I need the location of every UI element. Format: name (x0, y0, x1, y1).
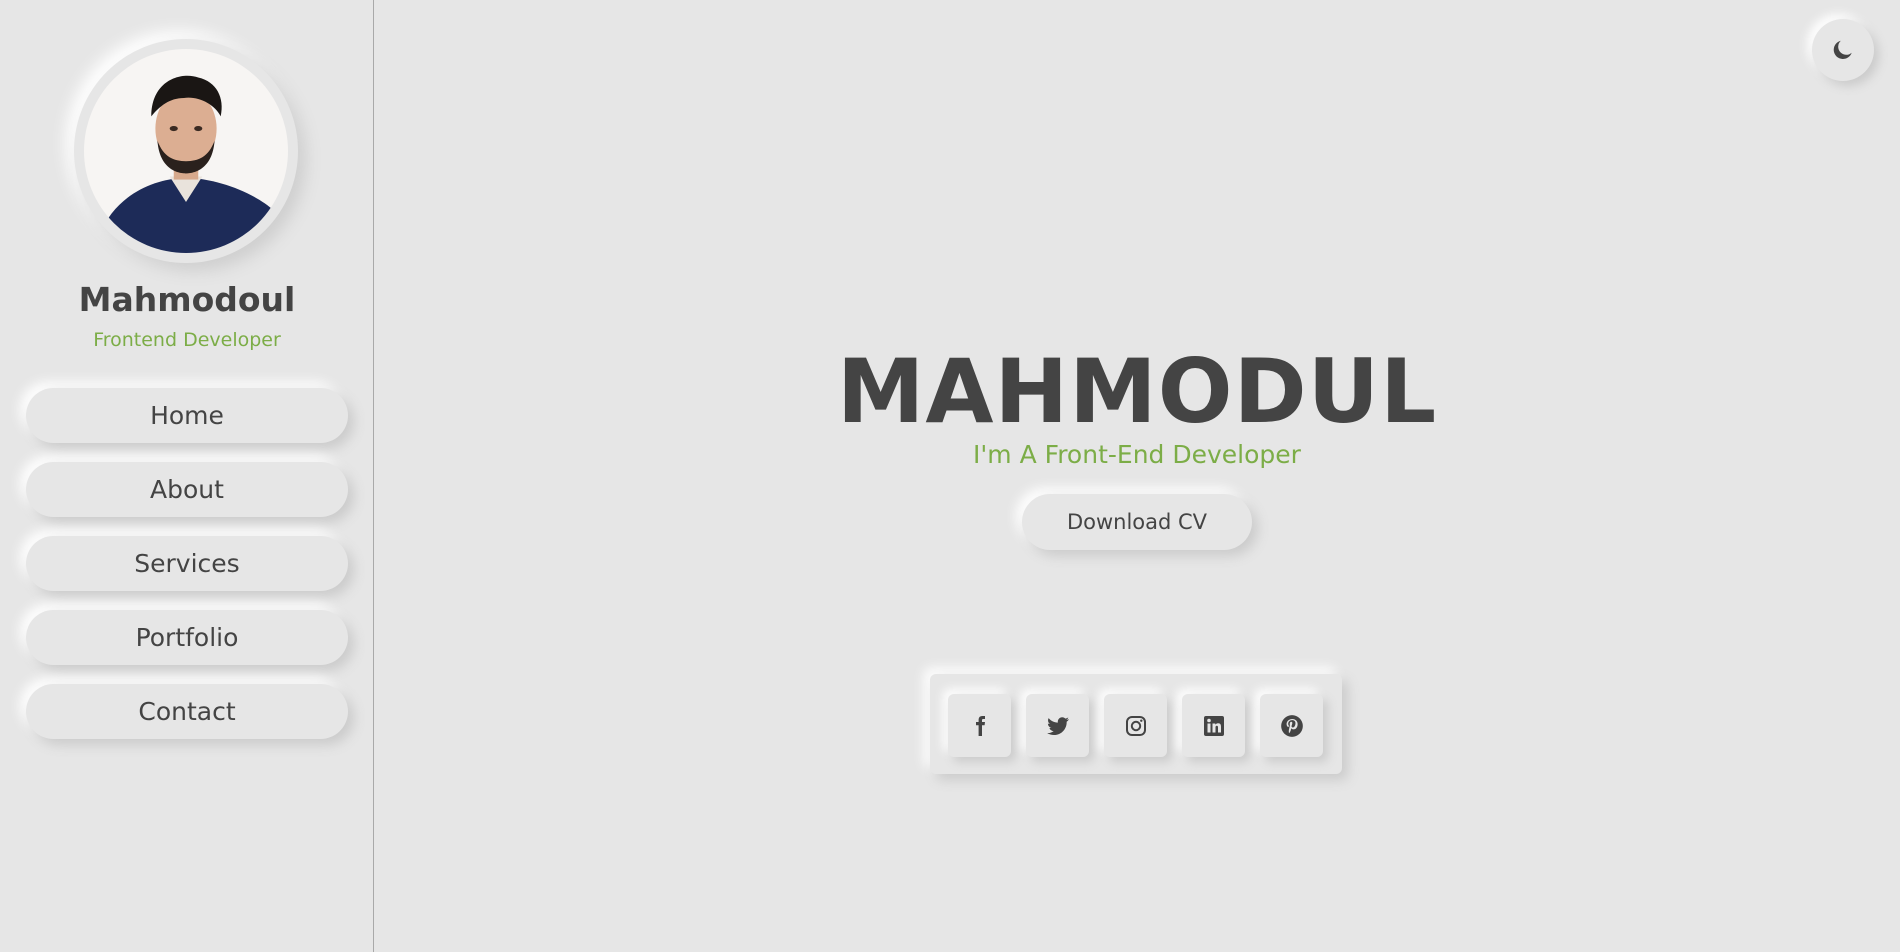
download-cv-button[interactable]: Download CV (1022, 494, 1252, 550)
facebook-icon (975, 715, 985, 736)
profile-name: Mahmodoul (78, 280, 296, 319)
profile-role: Frontend Developer (93, 329, 281, 351)
theme-toggle-button[interactable] (1812, 19, 1874, 81)
pinterest-link[interactable] (1260, 694, 1323, 757)
social-links (930, 674, 1342, 774)
twitter-icon (1046, 716, 1069, 735)
linkedin-link[interactable] (1182, 694, 1245, 757)
pinterest-icon (1280, 714, 1303, 737)
facebook-link[interactable] (948, 694, 1011, 757)
linkedin-icon (1203, 715, 1224, 736)
nav-item-portfolio[interactable]: Portfolio (26, 610, 348, 665)
twitter-link[interactable] (1026, 694, 1089, 757)
sidebar: Mahmodoul Frontend Developer Home About … (0, 0, 374, 952)
nav-item-services[interactable]: Services (26, 536, 348, 591)
instagram-icon (1125, 715, 1146, 736)
hero-subtitle: I'm A Front-End Developer (973, 440, 1301, 469)
instagram-link[interactable] (1104, 694, 1167, 757)
nav-item-contact[interactable]: Contact (26, 684, 348, 739)
avatar-frame (74, 39, 298, 263)
hero-title: MAHMODUL (836, 340, 1438, 443)
sidebar-nav: Home About Services Portfolio Contact (26, 388, 348, 758)
moon-icon (1833, 40, 1852, 59)
nav-item-about[interactable]: About (26, 462, 348, 517)
nav-item-home[interactable]: Home (26, 388, 348, 443)
avatar (84, 49, 288, 253)
